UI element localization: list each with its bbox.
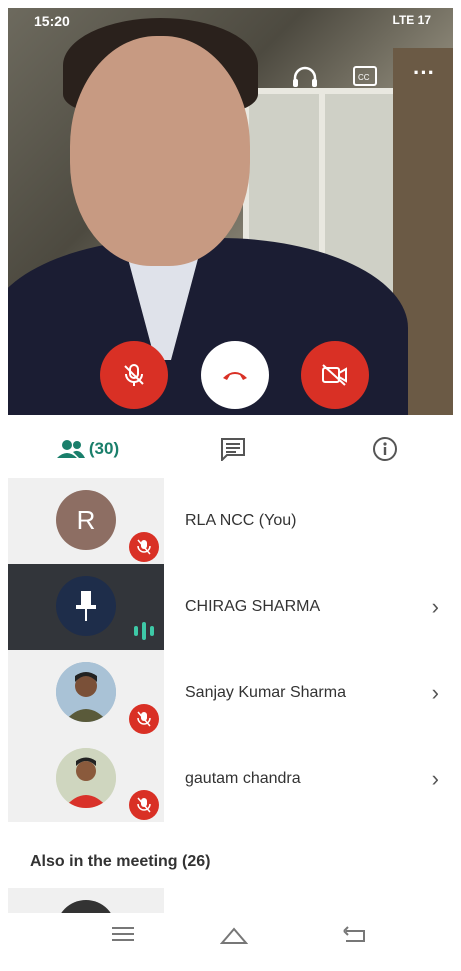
avatar: [56, 748, 116, 808]
people-count: (30): [88, 439, 120, 458]
avatar: R: [56, 490, 116, 550]
mic-off-icon: [124, 364, 144, 386]
pin-icon: [76, 591, 96, 621]
chevron-right-icon[interactable]: ›: [432, 736, 439, 822]
status-right: LTE 17: [392, 13, 431, 27]
mic-muted-icon: [129, 704, 159, 734]
mic-muted-icon: [129, 532, 159, 562]
video-feed[interactable]: 15:20 LTE 17 CC ···: [8, 8, 453, 415]
participant-row[interactable]: CHIRAG SHARMA ›: [8, 564, 453, 650]
back-icon[interactable]: [342, 925, 366, 949]
tab-chat[interactable]: [208, 415, 258, 483]
chevron-right-icon[interactable]: ›: [432, 650, 439, 736]
participant-name: gautam chandra: [185, 770, 301, 787]
hang-up-icon: [223, 372, 247, 380]
camera-toggle-button[interactable]: [301, 341, 369, 409]
participant-thumbnail: R: [8, 478, 164, 564]
system-nav-bar: [8, 913, 453, 963]
also-in-meeting-heading: Also in the meeting (26): [30, 853, 211, 870]
avatar: [56, 576, 116, 636]
participant-thumbnail: [8, 564, 164, 650]
participant-thumbnail: [8, 736, 164, 822]
menu-icon[interactable]: [112, 925, 134, 948]
camera-off-icon: [322, 364, 347, 386]
participant-name: CHIRAG SHARMA: [185, 598, 321, 615]
avatar: [56, 662, 116, 722]
speaking-indicator-icon: [132, 620, 156, 647]
participant-row[interactable]: R RLA NCC (You): [8, 478, 453, 564]
headphones-icon[interactable]: [292, 66, 318, 94]
mic-toggle-button[interactable]: [100, 341, 168, 409]
info-icon: [373, 437, 397, 461]
people-icon: [56, 440, 85, 458]
status-time: 15:20: [34, 13, 70, 29]
captions-icon[interactable]: CC: [353, 66, 377, 92]
participant-row[interactable]: Sanjay Kumar Sharma ›: [8, 650, 453, 736]
participant-name: Sanjay Kumar Sharma: [185, 684, 346, 701]
home-icon[interactable]: [219, 925, 249, 951]
speaker-face: [70, 36, 250, 266]
svg-text:CC: CC: [358, 73, 370, 82]
tab-bar: (30): [8, 415, 453, 484]
more-options-icon[interactable]: ···: [413, 60, 435, 86]
participant-row[interactable]: gautam chandra ›: [8, 736, 453, 822]
chat-icon: [221, 438, 245, 461]
chevron-right-icon[interactable]: ›: [432, 564, 439, 650]
tab-info[interactable]: [360, 415, 410, 483]
status-bar: 15:20 LTE 17: [8, 8, 453, 34]
meet-screen: 15:20 LTE 17 CC ··· (30) R RLA NCC (You)…: [8, 8, 453, 963]
hang-up-button[interactable]: [201, 341, 269, 409]
tab-people[interactable]: (30): [38, 415, 138, 483]
mic-muted-icon: [129, 790, 159, 820]
participant-name: RLA NCC (You): [185, 512, 297, 529]
participant-thumbnail: [8, 650, 164, 736]
